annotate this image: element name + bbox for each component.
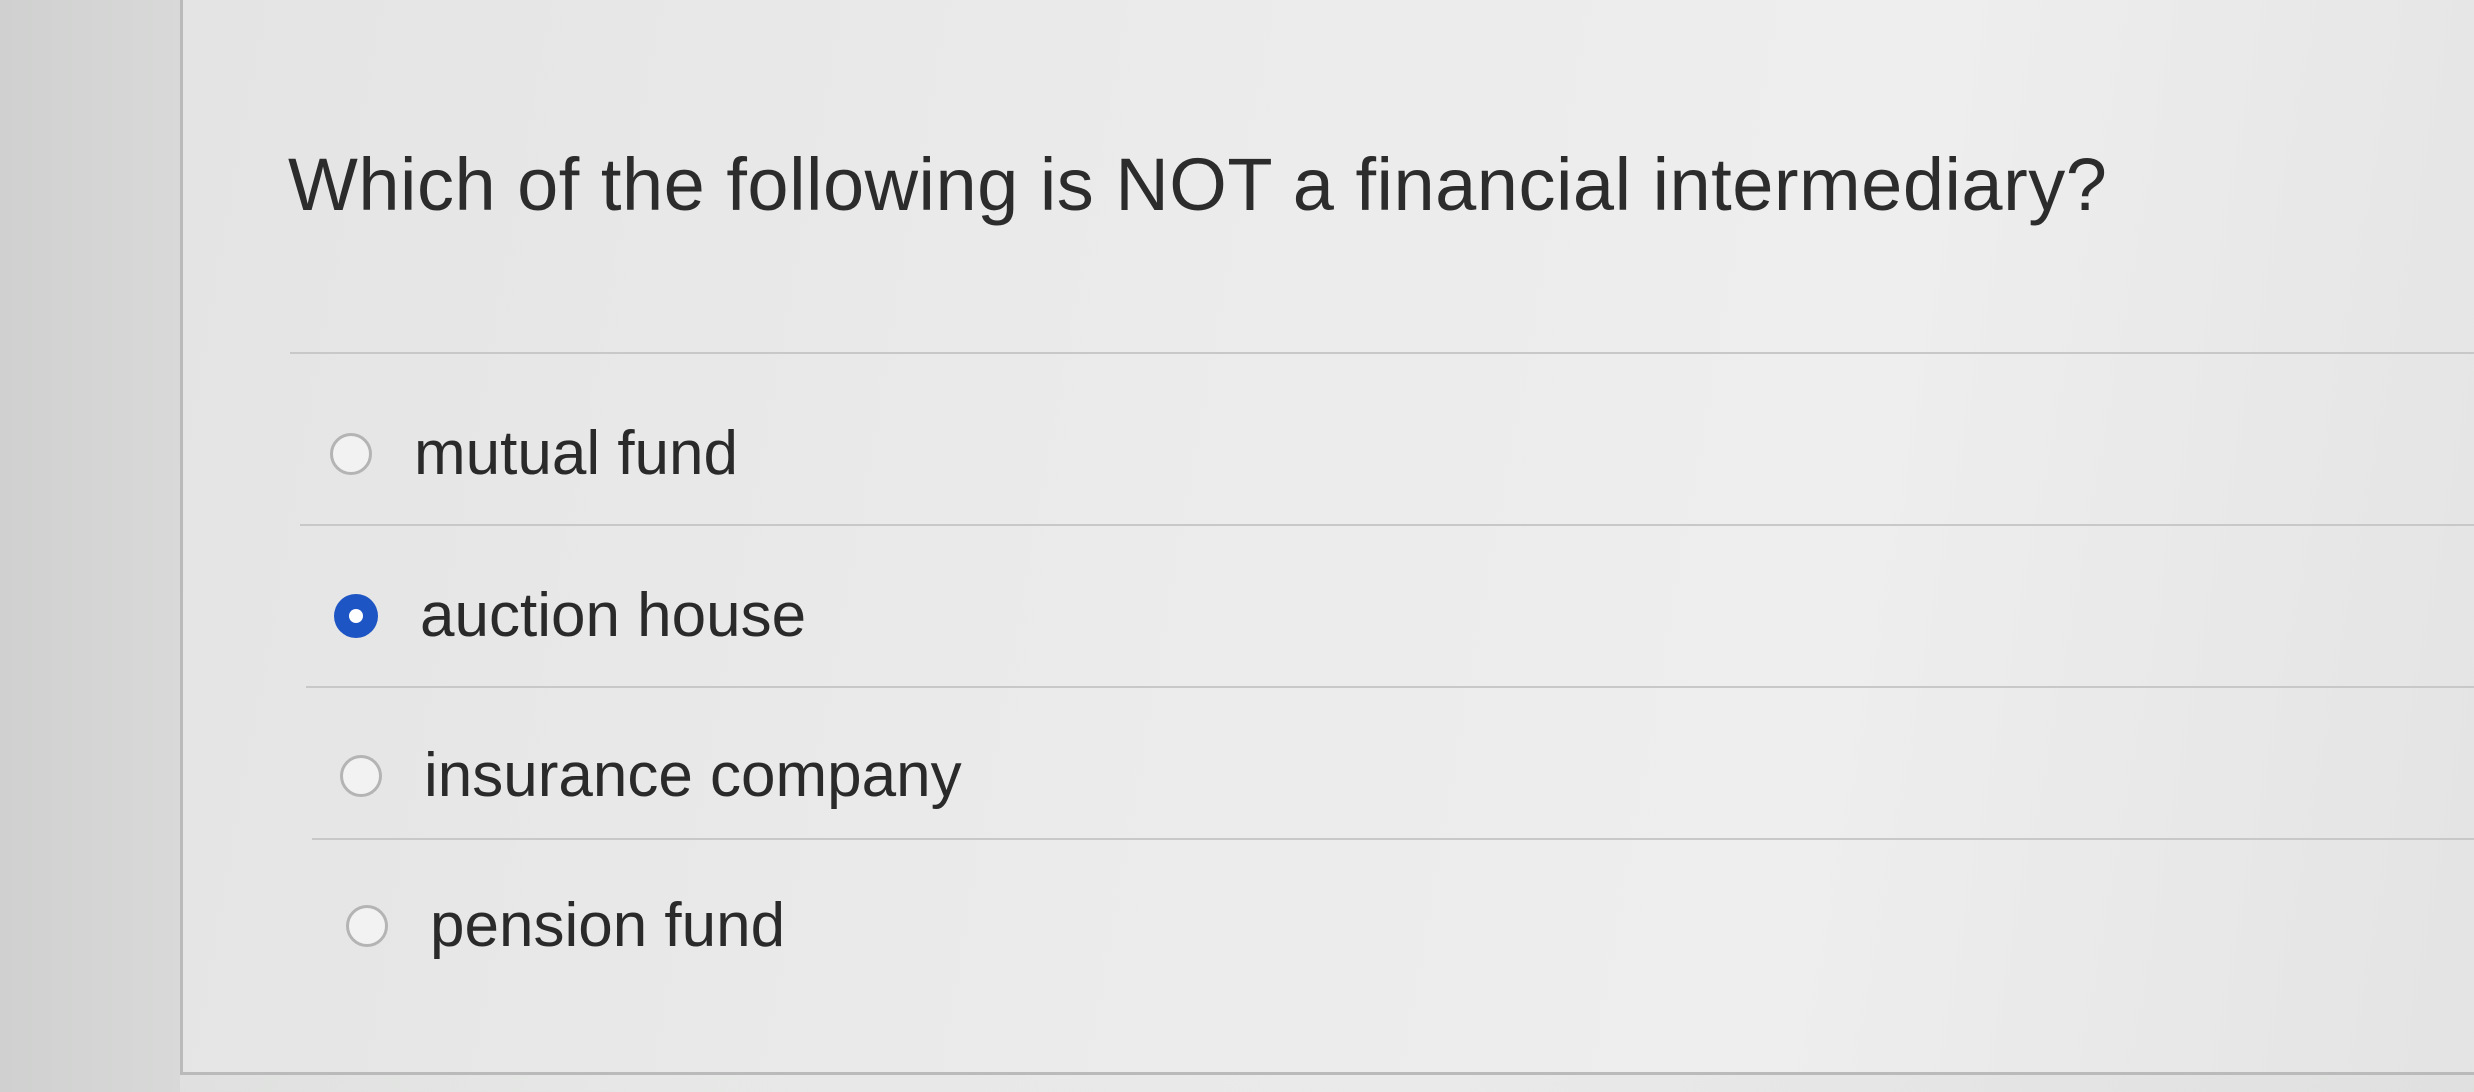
option-label: auction house [420, 581, 807, 650]
option-label: insurance company [424, 741, 962, 810]
option-label: mutual fund [414, 419, 738, 488]
option-mutual-fund[interactable]: mutual fund [330, 418, 738, 489]
question-text: Which of the following is NOT a financia… [288, 143, 2108, 226]
option-divider [306, 686, 2474, 688]
option-label: pension fund [430, 891, 786, 960]
option-divider [312, 838, 2474, 840]
question-divider [290, 352, 2474, 354]
radio-selected-icon[interactable] [334, 593, 378, 638]
radio-unselected-icon[interactable] [346, 904, 388, 947]
radio-unselected-icon[interactable] [330, 432, 372, 475]
page-background-gutter [0, 0, 180, 1092]
option-divider [300, 524, 2474, 526]
option-pension-fund[interactable]: pension fund [346, 890, 785, 961]
radio-unselected-icon[interactable] [340, 754, 382, 797]
option-insurance-company[interactable]: insurance company [340, 740, 962, 811]
option-auction-house[interactable]: auction house [334, 580, 806, 651]
